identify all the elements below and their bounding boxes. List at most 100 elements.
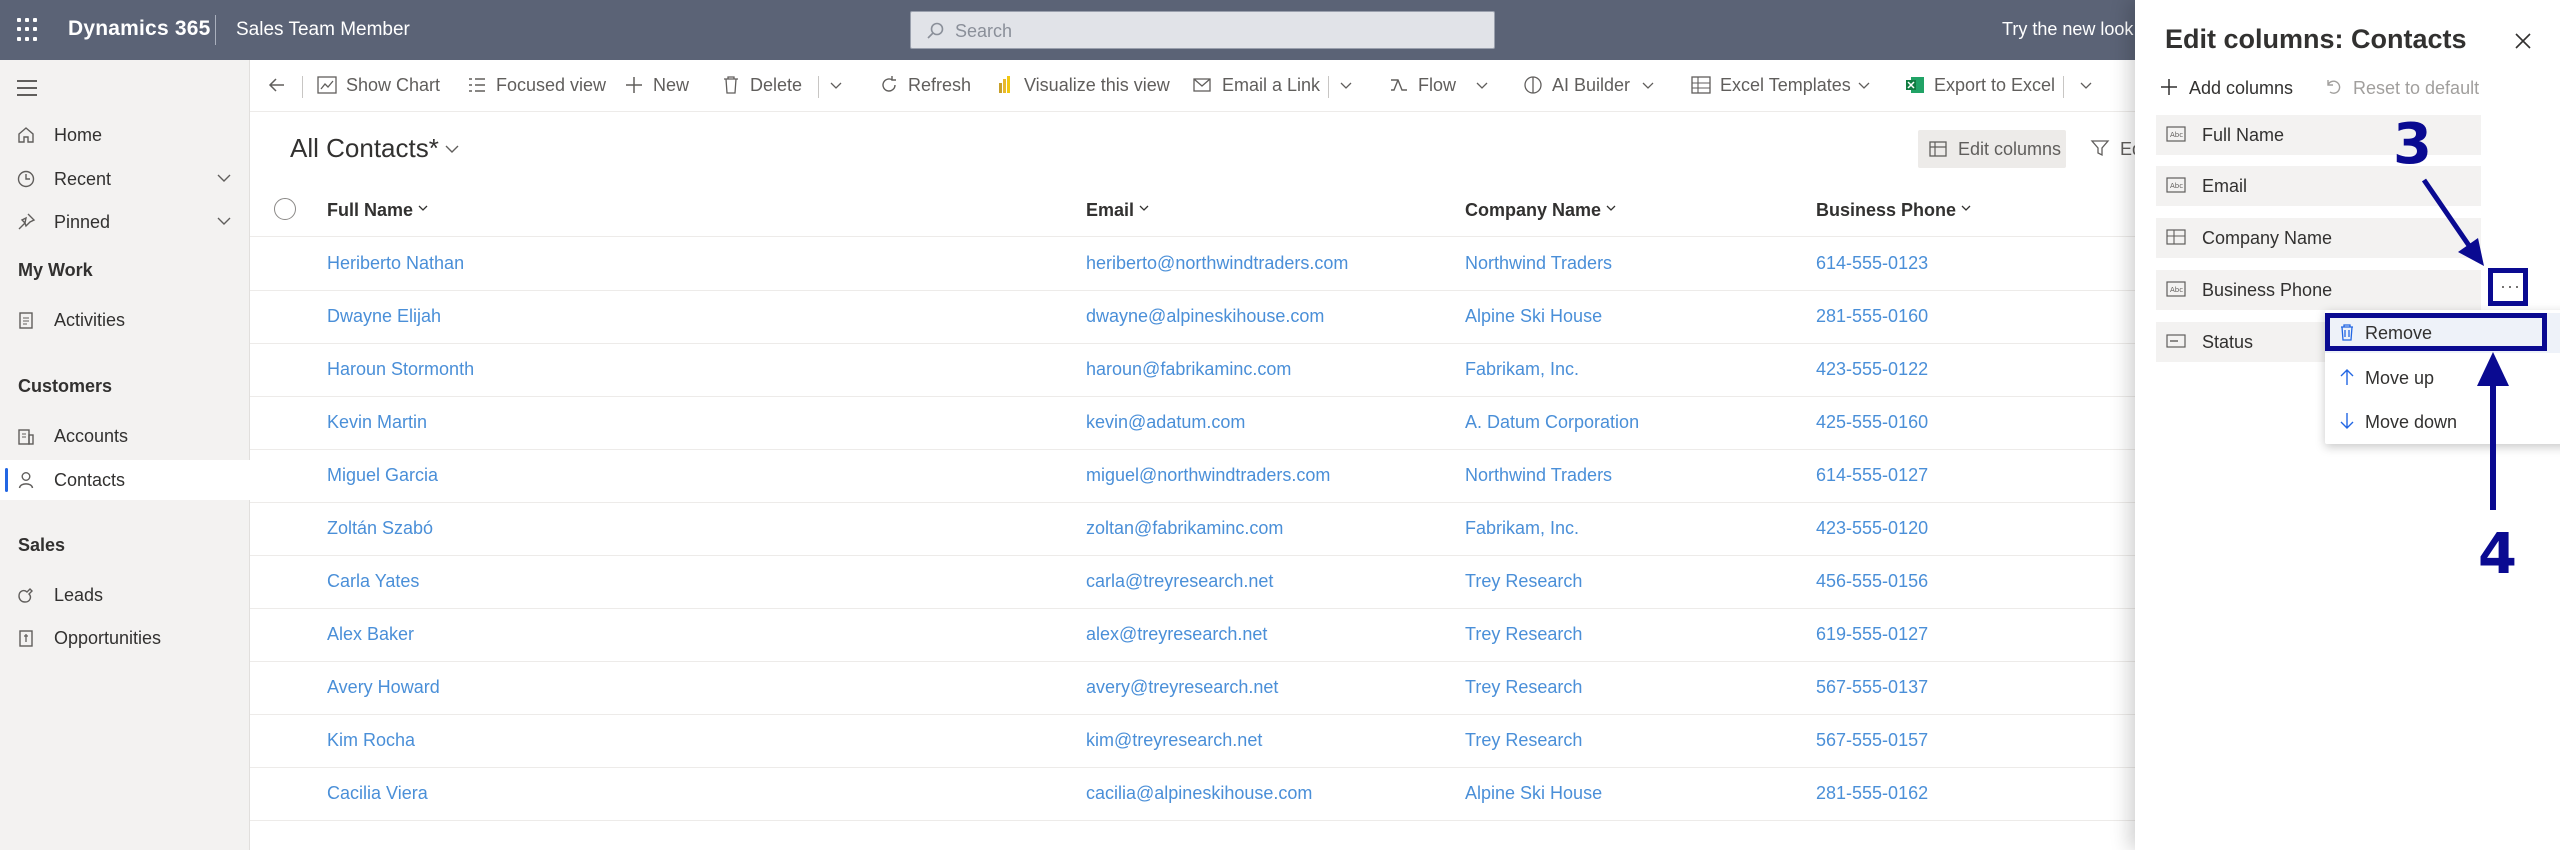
cell-business-phone[interactable]: 281-555-0162 (1816, 783, 1928, 804)
cell-business-phone[interactable]: 614-555-0123 (1816, 253, 1928, 274)
hamburger-menu-icon[interactable] (17, 80, 37, 96)
table-row[interactable]: Avery Howard avery@treyresearch.net Trey R… (250, 662, 2135, 715)
app-launcher-icon[interactable] (17, 18, 41, 42)
cell-business-phone[interactable]: 567-555-0137 (1816, 677, 1928, 698)
cell-business-phone[interactable]: 281-555-0160 (1816, 306, 1928, 327)
chevron-down-icon[interactable] (214, 211, 234, 231)
chevron-down-icon[interactable] (1338, 78, 1354, 94)
view-selector[interactable]: All Contacts* (290, 133, 439, 164)
clock-icon (17, 170, 35, 188)
cell-full-name[interactable]: Carla Yates (327, 571, 419, 592)
nav-item-opportunities[interactable]: Opportunities (0, 618, 250, 658)
table-row[interactable]: Cacilia Viera cacilia@alpineskihouse.com A… (250, 768, 2135, 821)
cell-email[interactable]: kevin@adatum.com (1086, 412, 1245, 433)
cell-full-name[interactable]: Cacilia Viera (327, 783, 428, 804)
column-header-email[interactable]: Email (1086, 200, 1150, 221)
chevron-down-icon[interactable] (1474, 78, 1490, 94)
chevron-down-icon[interactable] (443, 140, 461, 158)
table-row[interactable]: Alex Baker alex@treyresearch.net Trey Rese… (250, 609, 2135, 662)
cell-full-name[interactable]: Heriberto Nathan (327, 253, 464, 274)
cell-company-name[interactable]: Alpine Ski House (1465, 306, 1602, 327)
table-row[interactable]: Miguel Garcia miguel@northwindtraders.com… (250, 450, 2135, 503)
column-item-company-name[interactable]: Company Name (2156, 218, 2481, 258)
reset-default-label: Reset to default (2353, 78, 2480, 98)
table-row[interactable]: Kevin Martin kevin@adatum.com A. Datum Cor… (250, 397, 2135, 450)
cell-business-phone[interactable]: 614-555-0127 (1816, 465, 1928, 486)
cell-business-phone[interactable]: 567-555-0157 (1816, 730, 1928, 751)
more-options-button[interactable]: ··· (2488, 268, 2528, 306)
column-header-full-name[interactable]: Full Name (327, 200, 429, 221)
chevron-down-icon[interactable] (1640, 78, 1656, 94)
cell-company-name[interactable]: Fabrikam, Inc. (1465, 359, 1579, 380)
table-row[interactable]: Kim Rocha kim@treyresearch.net Trey Resear… (250, 715, 2135, 768)
back-arrow-icon[interactable] (266, 74, 288, 96)
search-input[interactable]: Search (910, 11, 1495, 49)
cell-full-name[interactable]: Alex Baker (327, 624, 414, 645)
chevron-down-icon[interactable] (214, 168, 234, 188)
menu-item-move-up[interactable]: Move up (2325, 358, 2560, 398)
menu-item-move-down[interactable]: Move down (2325, 402, 2560, 442)
cell-company-name[interactable]: Northwind Traders (1465, 253, 1612, 274)
select-all-checkbox[interactable] (274, 198, 296, 220)
cell-business-phone[interactable]: 423-555-0122 (1816, 359, 1928, 380)
cell-company-name[interactable]: Fabrikam, Inc. (1465, 518, 1579, 539)
cell-full-name[interactable]: Dwayne Elijah (327, 306, 441, 327)
cell-full-name[interactable]: Kim Rocha (327, 730, 415, 751)
cell-company-name[interactable]: Trey Research (1465, 677, 1582, 698)
search-icon (927, 22, 944, 39)
column-item-email[interactable]: Abc Email (2156, 166, 2481, 206)
cell-email[interactable]: avery@treyresearch.net (1086, 677, 1278, 698)
cell-full-name[interactable]: Haroun Stormonth (327, 359, 474, 380)
chevron-down-icon[interactable] (1856, 78, 1872, 94)
column-header-business-phone[interactable]: Business Phone (1816, 200, 1972, 221)
nav-item-accounts[interactable]: Accounts (0, 416, 250, 456)
table-row[interactable]: Carla Yates carla@treyresearch.net Trey Re… (250, 556, 2135, 609)
close-icon[interactable] (2512, 30, 2534, 52)
cell-email[interactable]: dwayne@alpineskihouse.com (1086, 306, 1324, 327)
cell-company-name[interactable]: Trey Research (1465, 624, 1582, 645)
cell-full-name[interactable]: Avery Howard (327, 677, 440, 698)
cell-company-name[interactable]: Trey Research (1465, 571, 1582, 592)
cell-email[interactable]: miguel@northwindtraders.com (1086, 465, 1330, 486)
table-row[interactable]: Haroun Stormonth haroun@fabrikaminc.com Fa… (250, 344, 2135, 397)
cell-company-name[interactable]: Northwind Traders (1465, 465, 1612, 486)
chevron-down-icon[interactable] (2078, 78, 2094, 94)
cell-full-name[interactable]: Miguel Garcia (327, 465, 438, 486)
export-excel-label: Export to Excel (1934, 75, 2056, 95)
table-row[interactable]: Dwayne Elijah dwayne@alpineskihouse.com Al… (250, 291, 2135, 344)
cell-business-phone[interactable]: 425-555-0160 (1816, 412, 1928, 433)
cell-business-phone[interactable]: 423-555-0120 (1816, 518, 1928, 539)
cell-email[interactable]: heriberto@northwindtraders.com (1086, 253, 1348, 274)
cell-full-name[interactable]: Zoltán Szabó (327, 518, 433, 539)
cell-email[interactable]: cacilia@alpineskihouse.com (1086, 783, 1312, 804)
nav-item-leads[interactable]: Leads (0, 575, 250, 615)
edit-columns-button[interactable]: Edit columns (1918, 130, 2066, 168)
cell-email[interactable]: alex@treyresearch.net (1086, 624, 1267, 645)
cell-email[interactable]: kim@treyresearch.net (1086, 730, 1262, 751)
nav-item-home[interactable]: Home (0, 115, 250, 155)
table-row[interactable]: Heriberto Nathan heriberto@northwindtrade… (250, 238, 2135, 291)
column-header-company-name[interactable]: Company Name (1465, 200, 1617, 221)
text-field-icon: Abc (2166, 177, 2186, 193)
nav-item-recent[interactable]: Recent (0, 159, 250, 199)
brand-name[interactable]: Dynamics 365 (68, 17, 211, 41)
chevron-down-icon[interactable] (828, 78, 844, 94)
cell-email[interactable]: haroun@fabrikaminc.com (1086, 359, 1291, 380)
cell-business-phone[interactable]: 619-555-0127 (1816, 624, 1928, 645)
column-item-business-phone[interactable]: Abc Business Phone (2156, 270, 2481, 310)
app-name[interactable]: Sales Team Member (236, 19, 410, 41)
nav-item-activities[interactable]: Activities (0, 300, 250, 340)
cell-business-phone[interactable]: 456-555-0156 (1816, 571, 1928, 592)
try-new-look-toggle[interactable]: Try the new look (2002, 19, 2133, 40)
cell-company-name[interactable]: Alpine Ski House (1465, 783, 1602, 804)
cell-full-name[interactable]: Kevin Martin (327, 412, 427, 433)
table-row[interactable]: Zoltán Szabó zoltan@fabrikaminc.com Fabrik… (250, 503, 2135, 556)
cell-email[interactable]: zoltan@fabrikaminc.com (1086, 518, 1283, 539)
cell-company-name[interactable]: A. Datum Corporation (1465, 412, 1639, 433)
nav-item-pinned[interactable]: Pinned (0, 202, 250, 242)
cell-email[interactable]: carla@treyresearch.net (1086, 571, 1273, 592)
column-item-full-name[interactable]: Abc Full Name (2156, 115, 2481, 155)
cell-company-name[interactable]: Trey Research (1465, 730, 1582, 751)
nav-item-contacts[interactable]: Contacts (0, 460, 250, 500)
focused-view-icon (469, 78, 485, 92)
